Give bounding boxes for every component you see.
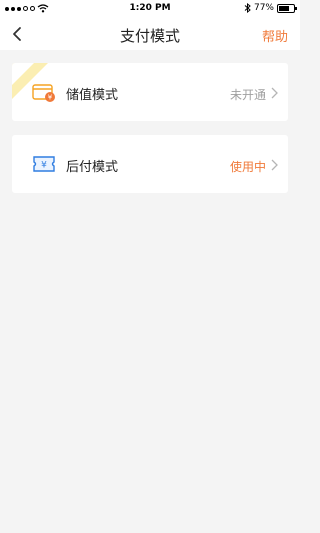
nav-bar: 支付模式 帮助 [0, 18, 300, 50]
payment-mode-card-postpaid[interactable]: ¥ 后付模式 使用中 [12, 135, 288, 193]
payment-mode-card-prepaid[interactable]: ¥ 储值模式 未开通 [12, 63, 288, 121]
page-title: 支付模式 [119, 27, 180, 45]
bluetooth-icon [244, 3, 251, 13]
wallet-coin-icon: ¥ [32, 84, 55, 102]
payment-mode-status: 使用中 [229, 160, 266, 174]
svg-text:¥: ¥ [41, 161, 47, 171]
chevron-right-icon [271, 87, 278, 99]
yen-ticket-icon: ¥ [33, 156, 55, 172]
help-button[interactable]: 帮助 [262, 26, 288, 45]
payment-mode-label: 后付模式 [66, 160, 119, 175]
chevron-right-icon [271, 159, 278, 171]
payment-mode-label: 储值模式 [66, 88, 119, 103]
battery-percent: 77% [253, 3, 274, 13]
status-bar: 1:20 PM 77% [0, 0, 300, 18]
payment-mode-status: 未开通 [229, 88, 266, 102]
svg-text:¥: ¥ [48, 94, 53, 102]
battery-icon [277, 3, 297, 13]
